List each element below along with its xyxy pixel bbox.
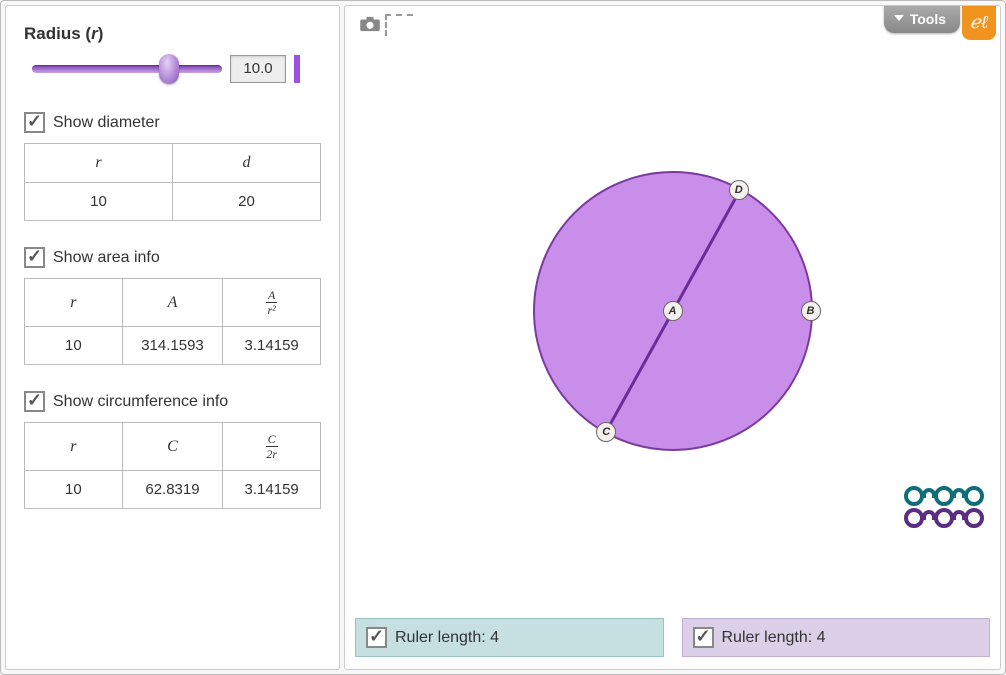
tools-dropdown[interactable]: Tools xyxy=(884,6,960,33)
show-circumference-row: Show circumference info xyxy=(24,391,321,412)
ruler-teal-checkbox[interactable] xyxy=(366,627,387,648)
circumference-table: r C C 2r 10 62.8319 3.14159 xyxy=(24,422,321,509)
ruler-tool-purple[interactable] xyxy=(904,508,984,528)
point-D[interactable]: D xyxy=(729,180,749,200)
cell-ratio: 3.14159 xyxy=(223,327,321,365)
cell-r: 10 xyxy=(25,183,173,221)
ruler-teal-label: Ruler length: 4 xyxy=(395,629,499,647)
ruler-length-teal: Ruler length: 4 xyxy=(355,618,664,657)
point-A[interactable]: A xyxy=(663,301,683,321)
cell-ratio: 3.14159 xyxy=(223,471,321,509)
header-A: A xyxy=(122,279,223,327)
slider-thumb[interactable] xyxy=(159,54,179,84)
point-C[interactable]: C xyxy=(596,422,616,442)
header-r: r xyxy=(25,423,123,471)
radius-label-prefix: Radius ( xyxy=(24,24,91,43)
table-row: 10 314.1593 3.14159 xyxy=(25,327,321,365)
show-diameter-label: Show diameter xyxy=(53,114,160,132)
ruler-tool-palette xyxy=(904,486,984,530)
show-area-label: Show area info xyxy=(53,249,160,267)
header-d: d xyxy=(173,144,321,183)
cell-d: 20 xyxy=(173,183,321,221)
table-row: r A A r² xyxy=(25,279,321,327)
diameter-table: r d 10 20 xyxy=(24,143,321,221)
cell-r: 10 xyxy=(25,327,123,365)
table-row: 10 62.8319 3.14159 xyxy=(25,471,321,509)
radius-slider[interactable] xyxy=(32,54,222,84)
point-B[interactable]: B xyxy=(801,301,821,321)
brand-logo: ℯℓ xyxy=(962,6,996,40)
radius-slider-row: 10.0 xyxy=(24,54,321,84)
show-diameter-row: Show diameter xyxy=(24,112,321,133)
show-area-checkbox[interactable] xyxy=(24,247,45,268)
frac-den: r² xyxy=(266,303,277,316)
area-table: r A A r² 10 314.1593 3.14159 xyxy=(24,278,321,365)
cell-C: 62.8319 xyxy=(122,471,223,509)
app-root: Radius (r) 10.0 Show diameter r d 10 20 xyxy=(0,0,1006,675)
ruler-purple-label: Ruler length: 4 xyxy=(722,629,826,647)
show-circumference-label: Show circumference info xyxy=(53,393,228,411)
ruler-status-bars: Ruler length: 4 Ruler length: 4 xyxy=(355,618,990,657)
show-diameter-checkbox[interactable] xyxy=(24,112,45,133)
cell-A: 314.1593 xyxy=(122,327,223,365)
header-r: r xyxy=(25,279,123,327)
circle-stage: A B C D xyxy=(533,171,813,451)
tools-label: Tools xyxy=(910,11,946,27)
table-row: r d xyxy=(25,144,321,183)
canvas-area[interactable]: Tools ℯℓ A B C D Ruler length: 4 xyxy=(344,5,1001,670)
table-row: 10 20 xyxy=(25,183,321,221)
crop-frame-icon[interactable] xyxy=(385,14,413,36)
radius-value-field[interactable]: 10.0 xyxy=(230,55,286,83)
header-C: C xyxy=(122,423,223,471)
slider-track xyxy=(32,65,222,73)
cell-r: 10 xyxy=(25,471,123,509)
ruler-purple-checkbox[interactable] xyxy=(693,627,714,648)
frac-num: A xyxy=(266,289,277,303)
radius-heading: Radius (r) xyxy=(24,24,321,44)
show-circumference-checkbox[interactable] xyxy=(24,391,45,412)
header-A-over-r2: A r² xyxy=(223,279,321,327)
control-sidebar: Radius (r) 10.0 Show diameter r d 10 20 xyxy=(5,5,340,670)
value-indicator xyxy=(294,55,300,83)
header-C-over-2r: C 2r xyxy=(223,423,321,471)
ruler-tool-teal[interactable] xyxy=(904,486,984,506)
frac-num: C xyxy=(266,433,278,447)
radius-label-var: r xyxy=(91,24,98,43)
camera-icon[interactable] xyxy=(359,16,381,32)
frac-den: 2r xyxy=(266,447,278,460)
radius-label-suffix: ) xyxy=(98,24,104,43)
table-row: r C C 2r xyxy=(25,423,321,471)
circle[interactable]: A B C D xyxy=(533,171,813,451)
ruler-length-purple: Ruler length: 4 xyxy=(682,618,991,657)
header-r: r xyxy=(25,144,173,183)
show-area-row: Show area info xyxy=(24,247,321,268)
